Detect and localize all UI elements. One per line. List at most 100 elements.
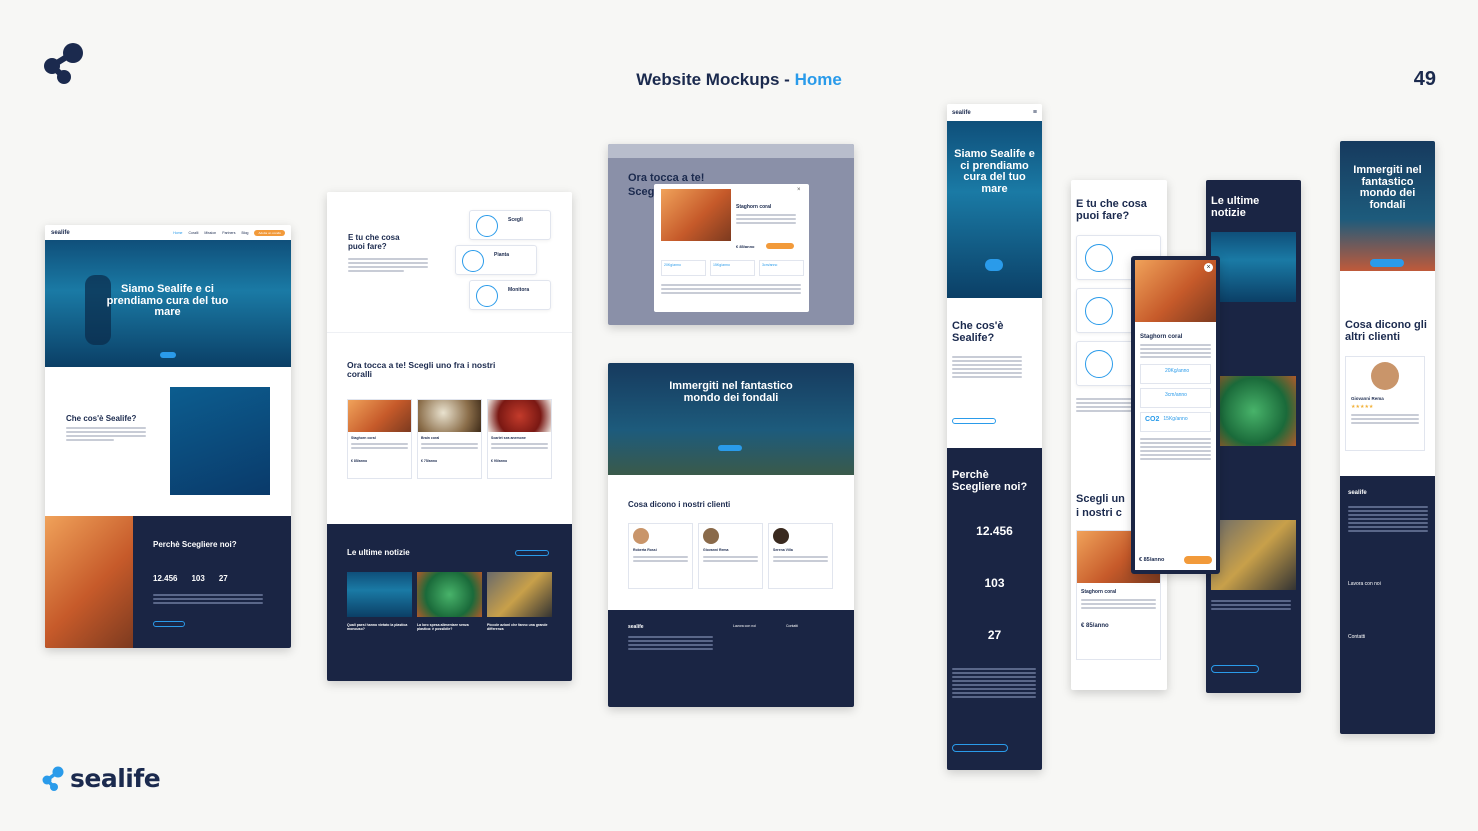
mock1-about-image <box>170 387 270 495</box>
mock2-news-title: Le ultime notizie <box>347 548 410 557</box>
mobile4-testimonials-title: Cosa dicono gli altri clienti <box>1345 319 1427 344</box>
mobile4-hero-button[interactable] <box>1370 259 1404 267</box>
menu-icon[interactable]: ≡ <box>1033 109 1037 116</box>
mock1-nav-partners[interactable]: Partners <box>222 231 235 235</box>
close-icon[interactable]: × <box>1204 263 1213 272</box>
mock2-service-card-2[interactable]: Pianta <box>455 245 537 275</box>
mobile1-about: Che cos'è Sealife? <box>947 298 1042 448</box>
mock1-nav-blog[interactable]: Blog <box>241 231 248 235</box>
mock1-nav-home[interactable]: Home <box>173 231 182 235</box>
news-card[interactable]: Piccole azioni che fanno una grande diff… <box>487 572 552 631</box>
sealife-brand-icon <box>42 766 64 791</box>
modal-stat-growth: 3cm/anno <box>759 260 804 276</box>
mock1-cta-button[interactable]: Adotta un corallo <box>254 229 285 236</box>
page-number: 49 <box>1413 68 1436 90</box>
mobile1-stat-2: 103 <box>984 576 1005 590</box>
mobile1-hero-button[interactable] <box>985 259 1003 271</box>
mockup-desktop-home: sealife Home Coralli Mission Partners Bl… <box>45 225 291 648</box>
mobile1-stat-1: 12.456 <box>976 524 1013 538</box>
mock4-footer-col-2: Contatti <box>786 624 799 628</box>
testimonial-card: Serena Villa <box>768 523 833 589</box>
monitor-icon <box>1085 350 1113 378</box>
mock1-nav-mission[interactable]: Mission <box>204 231 216 235</box>
mock4-testimonials-title: Cosa dicono i nostri clienti <box>628 500 731 509</box>
mobile1-about-text <box>952 356 1022 378</box>
page-title-accent: Home <box>794 70 842 89</box>
mock1-why-button[interactable] <box>153 621 185 627</box>
mobile4-testimonials: Cosa dicono gli altri clienti Giovanni R… <box>1340 271 1435 476</box>
mobile2-text <box>1076 398 1136 412</box>
coral-card-image <box>418 400 481 432</box>
modal-adopt-button[interactable] <box>766 243 794 249</box>
mobile-coral-popup: × Staghorn coral 20Kg/anno 3cm/anno CO2 1… <box>1131 256 1220 574</box>
news-card[interactable]: La loro spesa alimentare senza plastica:… <box>417 572 482 631</box>
coral-card-image <box>348 400 411 432</box>
popup-adopt-button[interactable] <box>1184 556 1212 564</box>
mobile4-footer-text <box>1348 506 1428 532</box>
mock2-service-card-3[interactable]: Monitora <box>469 280 551 310</box>
testimonial-text <box>633 556 688 562</box>
popup-text <box>1140 344 1211 358</box>
testimonial-name: Roberta Rossi <box>633 548 657 552</box>
mock4-footer-col-1: Lavora con noi <box>733 624 756 628</box>
popup-stat-nutrients: 20Kg/anno <box>1140 364 1211 384</box>
news-card-image <box>347 572 412 617</box>
mobile1-about-button[interactable] <box>952 418 996 424</box>
mobile1-hero-title: Siamo Sealife e ci prendiamo cura del tu… <box>954 148 1035 195</box>
mock2-news-all-button[interactable] <box>515 550 549 556</box>
coral-card[interactable]: Brain coral € 75/anno <box>417 399 482 479</box>
news-card[interactable]: Quali paesi hanno vietato la plastica mo… <box>347 572 412 631</box>
news-card-image <box>417 572 482 617</box>
popup-title: Staghorn coral <box>1140 334 1183 340</box>
page-title-prefix: Website Mockups - <box>636 70 795 89</box>
mock1-stats: 12.456 103 27 <box>153 574 228 583</box>
mock1-why-coral-image <box>45 516 133 648</box>
stat-value: 20Kg/anno <box>664 263 681 267</box>
popup-stat-growth: 3cm/anno <box>1140 388 1211 408</box>
brand-wordmark: sealife <box>70 764 161 793</box>
mock1-why-title: Perchè Scegliere noi? <box>153 540 237 549</box>
mobile1-why-button[interactable] <box>952 744 1008 752</box>
mock1-hero: Siamo Sealife e ci prendiamo cura del tu… <box>45 240 291 367</box>
popup-price: € 85/anno <box>1139 557 1165 563</box>
modal-title: Staghorn coral <box>736 204 772 210</box>
mock1-hero-button[interactable] <box>160 352 176 358</box>
mock4-hero-title: Immergiti nel fantastico mondo dei fonda… <box>669 380 793 404</box>
page-title: Website Mockups - Home <box>0 70 1478 90</box>
coral-card-text <box>421 443 478 449</box>
coral-card-image <box>488 400 551 432</box>
coral-card[interactable]: Staghorn coral € 85/anno <box>347 399 412 479</box>
coral-card-text <box>1081 599 1156 609</box>
coral-card-price: € 85/anno <box>1081 623 1109 629</box>
coral-card[interactable]: Scarlet sea anemone € 90/anno <box>487 399 552 479</box>
mock1-nav-coralli[interactable]: Coralli <box>188 231 198 235</box>
stat-value: 20Kg/anno <box>1165 368 1190 374</box>
mockup-mobile-news: Le ultime notizie <box>1206 180 1301 693</box>
mobile1-logo: sealife <box>952 109 971 116</box>
mobile2-corals-title-2: i nostri c <box>1076 507 1122 519</box>
avatar <box>703 528 719 544</box>
mock2-service-card-1[interactable]: Scegli <box>469 210 551 240</box>
mock4-hero-button[interactable] <box>718 445 742 451</box>
mockup-desktop-testimonials: Immergiti nel fantastico mondo dei fonda… <box>608 363 854 707</box>
mock2-services: E tu che cosa puoi fare? Scegli Pianta M… <box>327 192 572 332</box>
mock4-hero: Immergiti nel fantastico mondo dei fonda… <box>608 363 854 475</box>
coral-card-name: Staghorn coral <box>1081 589 1117 595</box>
news-image-1 <box>1211 232 1296 302</box>
mock1-hero-title: Siamo Sealife e ci prendiamo cura del tu… <box>106 283 229 319</box>
mobile4-hero: Immergiti nel fantastico mondo dei fonda… <box>1340 141 1435 271</box>
mobile3-news-button[interactable] <box>1211 665 1259 673</box>
mockup-desktop-services: E tu che cosa puoi fare? Scegli Pianta M… <box>327 192 572 681</box>
mock2-service-3-label: Monitora <box>508 287 530 293</box>
close-icon[interactable]: × <box>797 187 801 193</box>
plant-icon <box>1085 297 1113 325</box>
mock4-footer-logo: sealife <box>628 624 644 630</box>
mock2-services-text <box>348 258 428 272</box>
stat-value: 3cm/anno <box>1165 392 1187 398</box>
mockup-mobile-testimonials: Immergiti nel fantastico mondo dei fonda… <box>1340 141 1435 734</box>
mobile1-why: Perchè Scegliere noi? 12.456 103 27 <box>947 448 1042 770</box>
mockup-desktop-modal: Ora tocca a te! Sceg Staghorn coral € 85… <box>608 144 854 325</box>
news-card-title: Piccole azioni che fanno una grande diff… <box>487 623 548 631</box>
mock4-testimonials: Cosa dicono i nostri clienti Roberta Ros… <box>608 475 854 610</box>
stat-value: 15Kg/anno <box>1163 416 1188 422</box>
